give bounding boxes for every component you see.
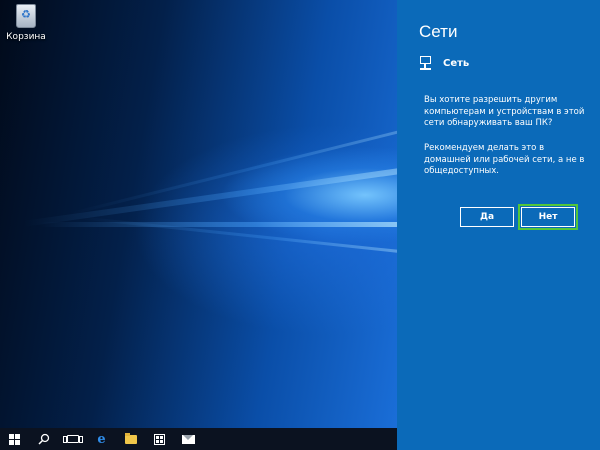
desktop-wallpaper: Корзина [0, 0, 397, 428]
wallpaper-light-beam [40, 222, 397, 227]
file-explorer-icon [124, 432, 137, 444]
task-view-icon [62, 435, 83, 443]
start-button[interactable] [0, 428, 29, 450]
mail-icon [182, 434, 195, 444]
store-icon [154, 433, 165, 445]
task-view-button[interactable] [58, 428, 87, 450]
network-panel: Сети Сеть Вы хотите разрешить другим ком… [397, 0, 600, 450]
recycle-bin-icon [16, 4, 36, 28]
edge-button[interactable]: e [87, 428, 116, 450]
file-explorer-button[interactable] [116, 428, 145, 450]
no-button[interactable]: Нет [518, 204, 578, 230]
network-row: Сеть [419, 56, 469, 70]
search-icon [37, 433, 49, 445]
network-name: Сеть [443, 57, 470, 69]
store-button[interactable] [145, 428, 174, 450]
yes-button[interactable]: Да [460, 207, 514, 227]
taskbar: e [0, 428, 397, 450]
desktop-icon-recycle-bin[interactable]: Корзина [4, 4, 48, 48]
start-icon [9, 433, 20, 445]
wallpaper-light-beam [69, 130, 397, 216]
mail-button[interactable] [174, 428, 203, 450]
discovery-recommendation: Рекомендуем делать это в домашней или ра… [424, 143, 585, 176]
discovery-question: Вы хотите разрешить другим компьютерам и… [424, 95, 585, 128]
panel-title: Сети [419, 22, 458, 41]
network-monitor-icon [419, 56, 435, 70]
edge-icon: e [97, 431, 106, 447]
desktop-icon-label: Корзина [6, 32, 46, 42]
search-button[interactable] [29, 428, 58, 450]
